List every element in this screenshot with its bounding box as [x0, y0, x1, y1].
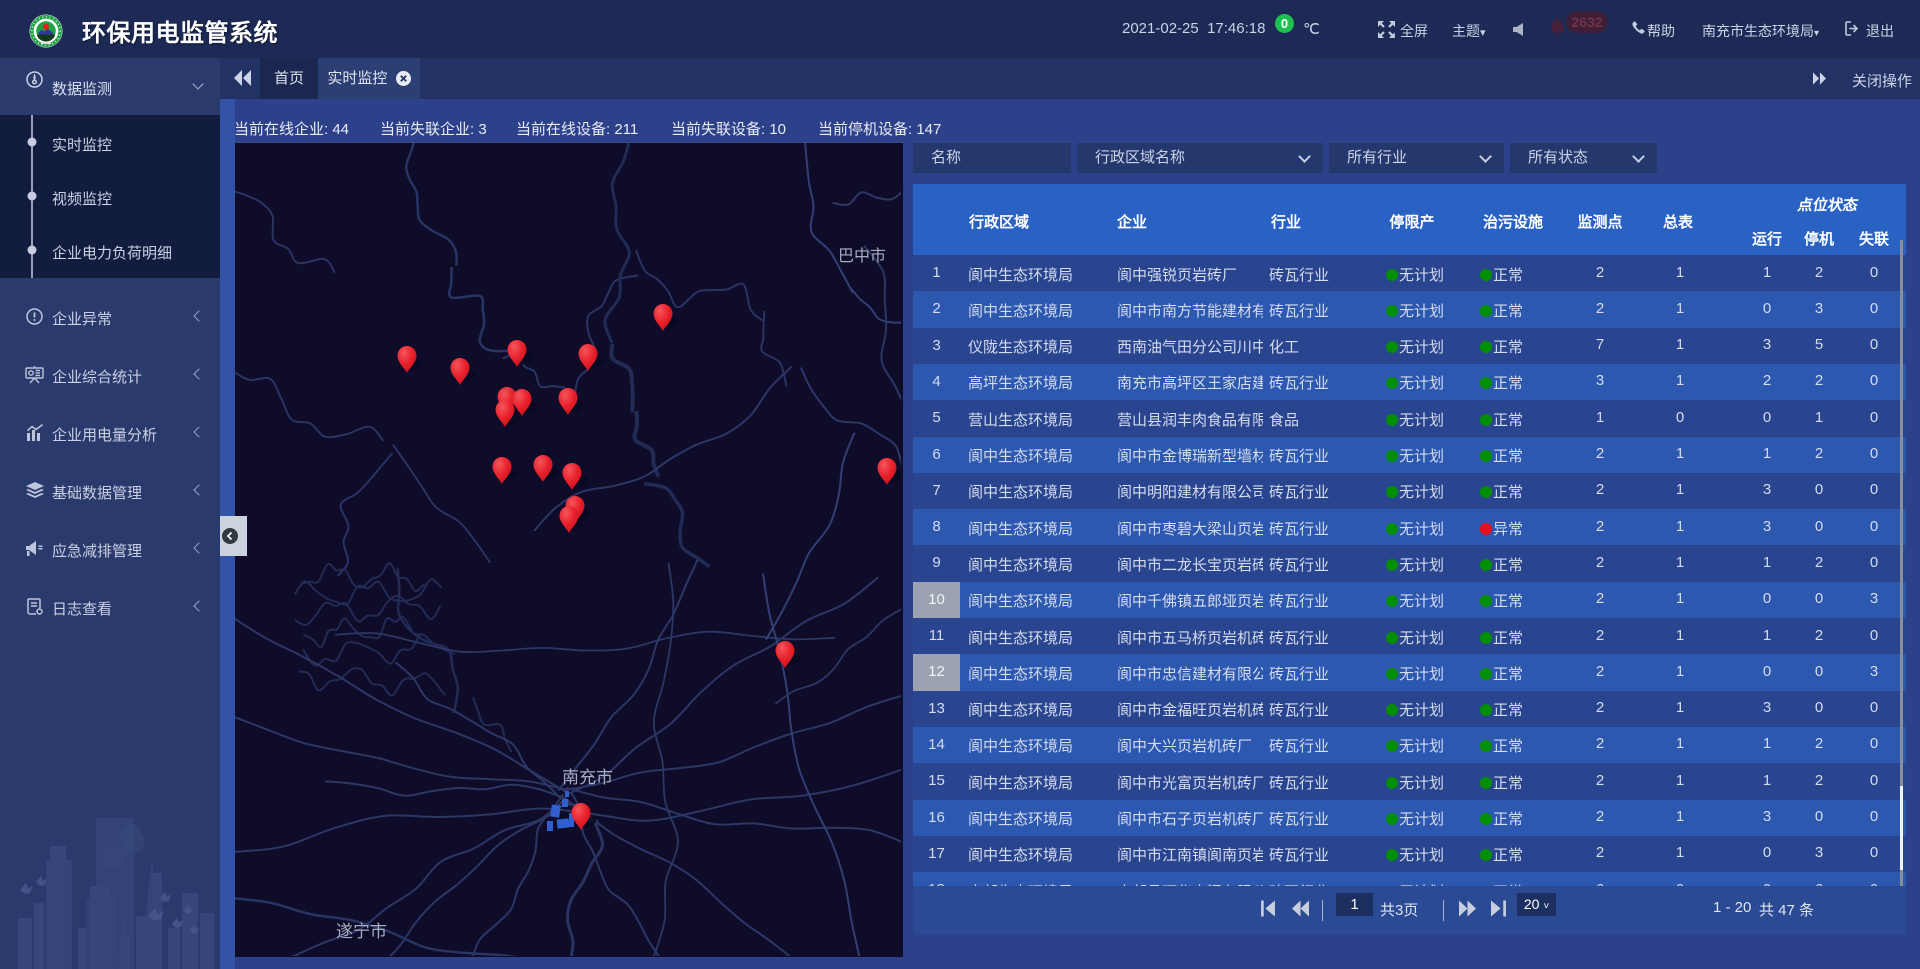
svg-text:南充市: 南充市 [562, 768, 613, 787]
svg-text:遂宁市: 遂宁市 [336, 922, 387, 941]
svg-text:巴中市: 巴中市 [838, 247, 886, 265]
